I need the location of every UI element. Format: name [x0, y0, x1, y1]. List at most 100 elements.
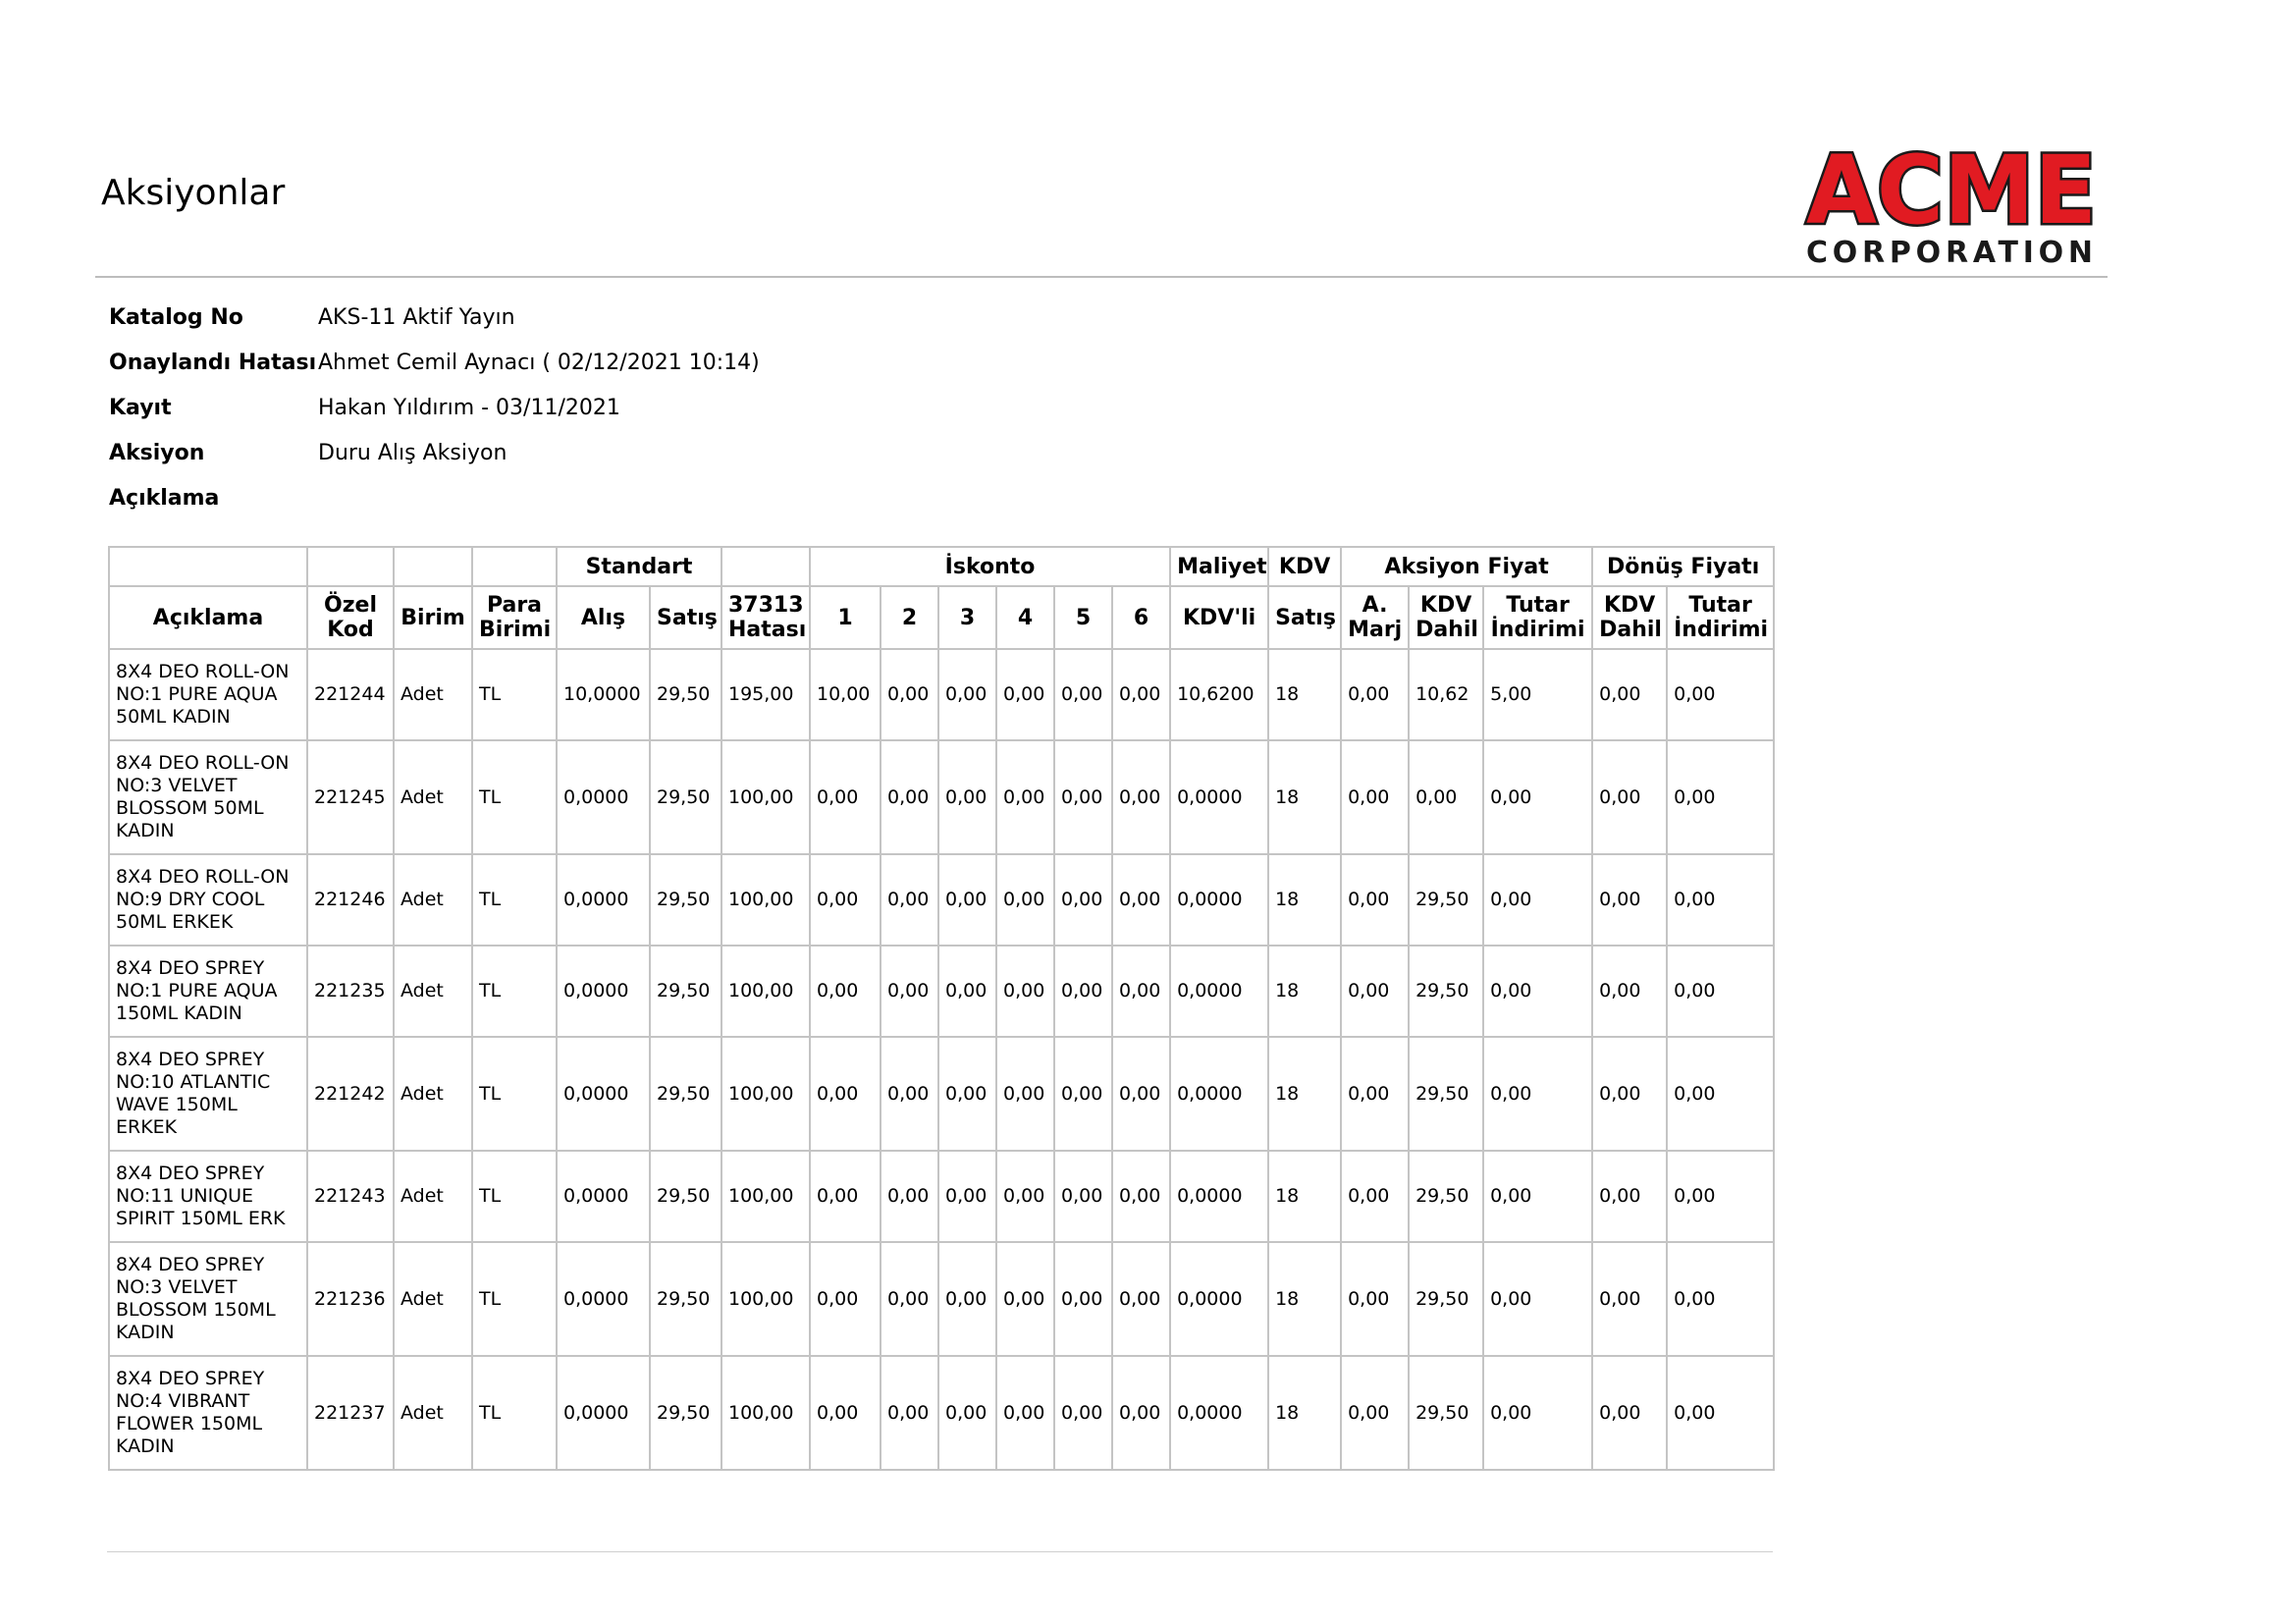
meta-row-aciklama: Açıklama: [109, 475, 760, 520]
table-cell: Adet: [393, 1355, 473, 1471]
table-cell: 0,00: [1340, 739, 1411, 855]
table-cell: 0,00: [937, 1355, 997, 1471]
table-cell: 18: [1267, 648, 1343, 741]
table-cell: 0,00: [880, 1241, 939, 1357]
table-body: 8X4 DEO ROLL-ON NO:1 PURE AQUA 50ML KADI…: [108, 648, 1776, 1471]
group-maliyet: Maliyet: [1169, 546, 1270, 587]
table-cell: 100,00: [721, 1036, 811, 1152]
table-cell: 0,00: [1666, 1036, 1776, 1152]
group-iskonto: İskonto: [808, 546, 1172, 587]
table-cell: TL: [471, 1036, 558, 1152]
table-cell: 0,00: [1053, 1355, 1113, 1471]
table-cell: Adet: [393, 853, 473, 947]
table-cell: 0,00: [1591, 1036, 1669, 1152]
table-cell: 18: [1267, 739, 1343, 855]
product-description-cell: 8X4 DEO ROLL-ON NO:1 PURE AQUA 50ML KADI…: [108, 648, 308, 741]
meta-row-kayit: Kayıt Hakan Yıldırım - 03/11/2021: [109, 385, 760, 430]
table-cell: 0,00: [1340, 1036, 1411, 1152]
table-cell: 0,00: [1110, 1355, 1172, 1471]
table-cell: 29,50: [649, 739, 722, 855]
table-cell: 0,00: [1591, 739, 1669, 855]
table-cell: 0,0000: [556, 945, 651, 1038]
table-cell: 100,00: [721, 945, 811, 1038]
table-cell: 221244: [306, 648, 395, 741]
table-cell: 0,00: [937, 1241, 997, 1357]
table-cell: TL: [471, 1150, 558, 1243]
table-group-cell: [306, 546, 395, 587]
table-cell: 0,0000: [556, 853, 651, 947]
table-cell: 0,00: [1482, 1036, 1594, 1152]
table-cell: 0,00: [1666, 648, 1776, 741]
table-cell: 0,00: [937, 945, 997, 1038]
table-cell: 18: [1267, 945, 1343, 1038]
table-cell: 18: [1267, 1036, 1343, 1152]
table-cell: 0,00: [809, 1036, 881, 1152]
catalog-meta: Katalog No AKS-11 Aktif Yayın Onaylandı …: [109, 295, 760, 520]
table-cell: Adet: [393, 648, 473, 741]
table-cell: Adet: [393, 945, 473, 1038]
table-cell: 0,00: [995, 1036, 1055, 1152]
table-cell: 29,50: [1408, 853, 1485, 947]
table-group-cell: [393, 546, 473, 587]
table-cell: 0,00: [1591, 1150, 1669, 1243]
table-cell: 0,00: [1482, 1150, 1594, 1243]
meta-label: Kayıt: [109, 395, 172, 420]
table-cell: 0,00: [1340, 945, 1411, 1038]
table-row: 8X4 DEO SPREY NO:4 VIBRANT FLOWER 150ML …: [108, 1355, 1776, 1471]
table-cell: 0,00: [1408, 739, 1485, 855]
table-cell: 0,00: [1666, 1150, 1776, 1243]
table-cell: 221237: [306, 1355, 395, 1471]
table-cell: 0,00: [1053, 945, 1113, 1038]
page-title: Aksiyonlar: [101, 173, 286, 213]
table-cell: 0,00: [880, 1150, 939, 1243]
table-cell: 0,00: [1053, 648, 1113, 741]
column-header: 3: [937, 585, 997, 650]
table-cell: 0,00: [1340, 1355, 1411, 1471]
meta-row-katalog-no: Katalog No AKS-11 Aktif Yayın: [109, 295, 760, 340]
table-cell: 0,0000: [556, 739, 651, 855]
meta-value: AKS-11 Aktif Yayın: [318, 304, 515, 330]
table-cell: 0,00: [809, 1355, 881, 1471]
meta-label: Katalog No: [109, 304, 243, 330]
column-header: KDV'li: [1169, 585, 1270, 650]
table-group-cell: [108, 546, 308, 587]
table-cell: 0,0000: [1169, 945, 1270, 1038]
column-header: 6: [1110, 585, 1172, 650]
table-cell: Adet: [393, 739, 473, 855]
meta-row-onaylandi: Onaylandı Hatası Ahmet Cemil Aynacı ( 02…: [109, 340, 760, 385]
table-cell: 0,00: [1110, 739, 1172, 855]
table-cell: 29,50: [649, 1150, 722, 1243]
column-header: 5: [1053, 585, 1113, 650]
meta-label: Açıklama: [109, 485, 220, 511]
table-cell: 29,50: [1408, 945, 1485, 1038]
table-cell: 0,00: [1053, 1150, 1113, 1243]
table-cell: 0,00: [1591, 853, 1669, 947]
table-cell: 0,00: [1110, 1036, 1172, 1152]
table-cell: 0,00: [1666, 1241, 1776, 1357]
column-header: Açıklama: [108, 585, 308, 650]
table-cell: 0,0000: [1169, 853, 1270, 947]
table-cell: 0,00: [1340, 853, 1411, 947]
table-cell: 221235: [306, 945, 395, 1038]
table-cell: TL: [471, 945, 558, 1038]
table-row: 8X4 DEO ROLL-ON NO:3 VELVET BLOSSOM 50ML…: [108, 739, 1776, 855]
table-cell: 0,00: [995, 945, 1055, 1038]
table-row: 8X4 DEO SPREY NO:1 PURE AQUA 150ML KADIN…: [108, 945, 1776, 1038]
table-cell: 0,00: [809, 853, 881, 947]
table-cell: 0,00: [995, 739, 1055, 855]
table-cell: 0,00: [809, 739, 881, 855]
table-cell: 0,0000: [1169, 739, 1270, 855]
table-cell: 0,00: [1110, 648, 1172, 741]
column-header: Para Birimi: [471, 585, 558, 650]
group-kdv: KDV: [1267, 546, 1343, 587]
table-cell: 0,0000: [556, 1150, 651, 1243]
table-cell: TL: [471, 1355, 558, 1471]
table-cell: 0,00: [1591, 1241, 1669, 1357]
table-cell: 0,00: [1110, 1150, 1172, 1243]
table-cell: Adet: [393, 1150, 473, 1243]
logo-subtitle: CORPORATION: [1806, 236, 2097, 269]
table-cell: 100,00: [721, 739, 811, 855]
table-cell: 29,50: [649, 1355, 722, 1471]
table-cell: 0,00: [995, 648, 1055, 741]
meta-value: Duru Alış Aksiyon: [318, 440, 507, 465]
